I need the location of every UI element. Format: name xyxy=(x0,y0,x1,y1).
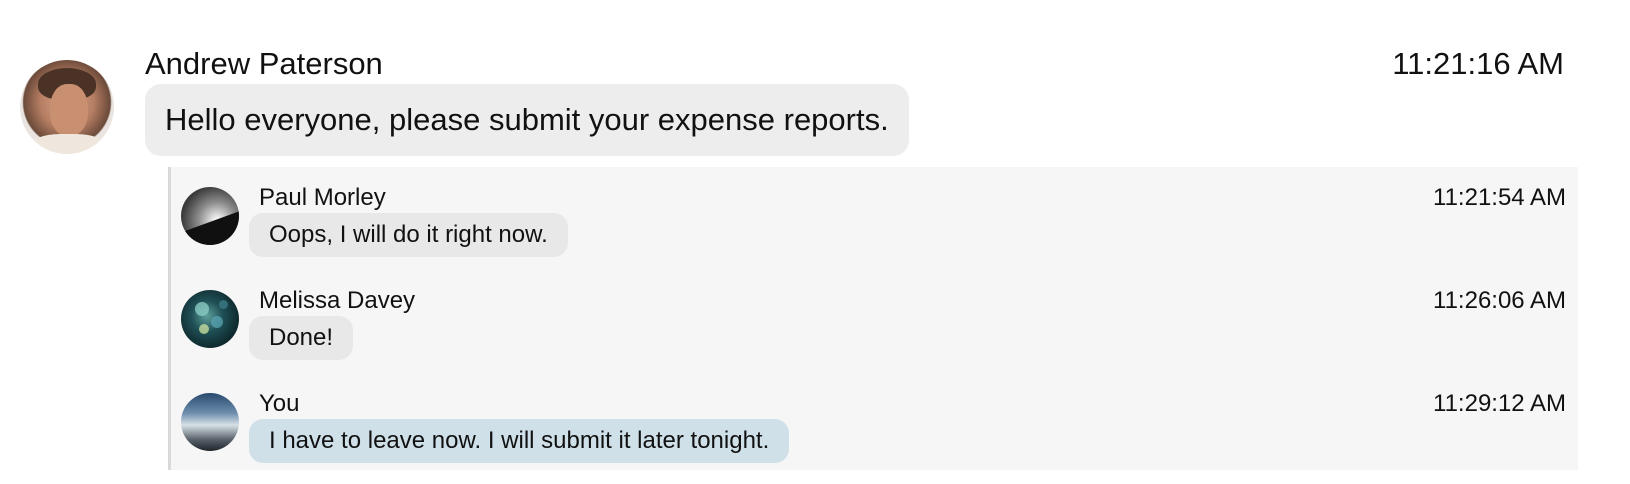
reply-item: Melissa Davey 11:26:06 AM Done! xyxy=(171,270,1578,366)
message-author: Andrew Paterson xyxy=(145,46,383,81)
reply-timestamp: 11:26:06 AM xyxy=(1433,287,1566,314)
reply-thread: Paul Morley 11:21:54 AM Oops, I will do … xyxy=(168,167,1578,470)
reply-bubble: I have to leave now. I will submit it la… xyxy=(249,419,790,463)
avatar-detail xyxy=(181,210,239,245)
avatar-detail xyxy=(211,316,223,328)
avatar[interactable] xyxy=(20,60,114,154)
avatar-detail xyxy=(195,302,209,316)
avatar-detail xyxy=(219,300,228,309)
avatar[interactable] xyxy=(181,290,239,348)
reply-item: Paul Morley 11:21:54 AM Oops, I will do … xyxy=(171,167,1578,263)
reply-timestamp: 11:29:12 AM xyxy=(1433,390,1566,417)
reply-bubble: Done! xyxy=(249,316,354,360)
reply-item: You 11:29:12 AM I have to leave now. I w… xyxy=(171,373,1578,469)
root-message: Andrew Paterson 11:21:16 AM Hello everyo… xyxy=(0,0,1630,484)
reply-author: Paul Morley xyxy=(259,184,386,211)
avatar-shirt xyxy=(30,134,106,154)
avatar-detail xyxy=(199,324,209,334)
avatar[interactable] xyxy=(181,187,239,245)
message-timestamp: 11:21:16 AM xyxy=(1392,46,1564,81)
reply-author: Melissa Davey xyxy=(259,287,416,314)
reply-author: You xyxy=(259,390,300,417)
avatar[interactable] xyxy=(181,393,239,451)
reply-timestamp: 11:21:54 AM xyxy=(1433,184,1566,211)
reply-bubble: Oops, I will do it right now. xyxy=(249,213,568,257)
message-bubble: Hello everyone, please submit your expen… xyxy=(145,84,909,156)
avatar-face xyxy=(50,84,88,136)
